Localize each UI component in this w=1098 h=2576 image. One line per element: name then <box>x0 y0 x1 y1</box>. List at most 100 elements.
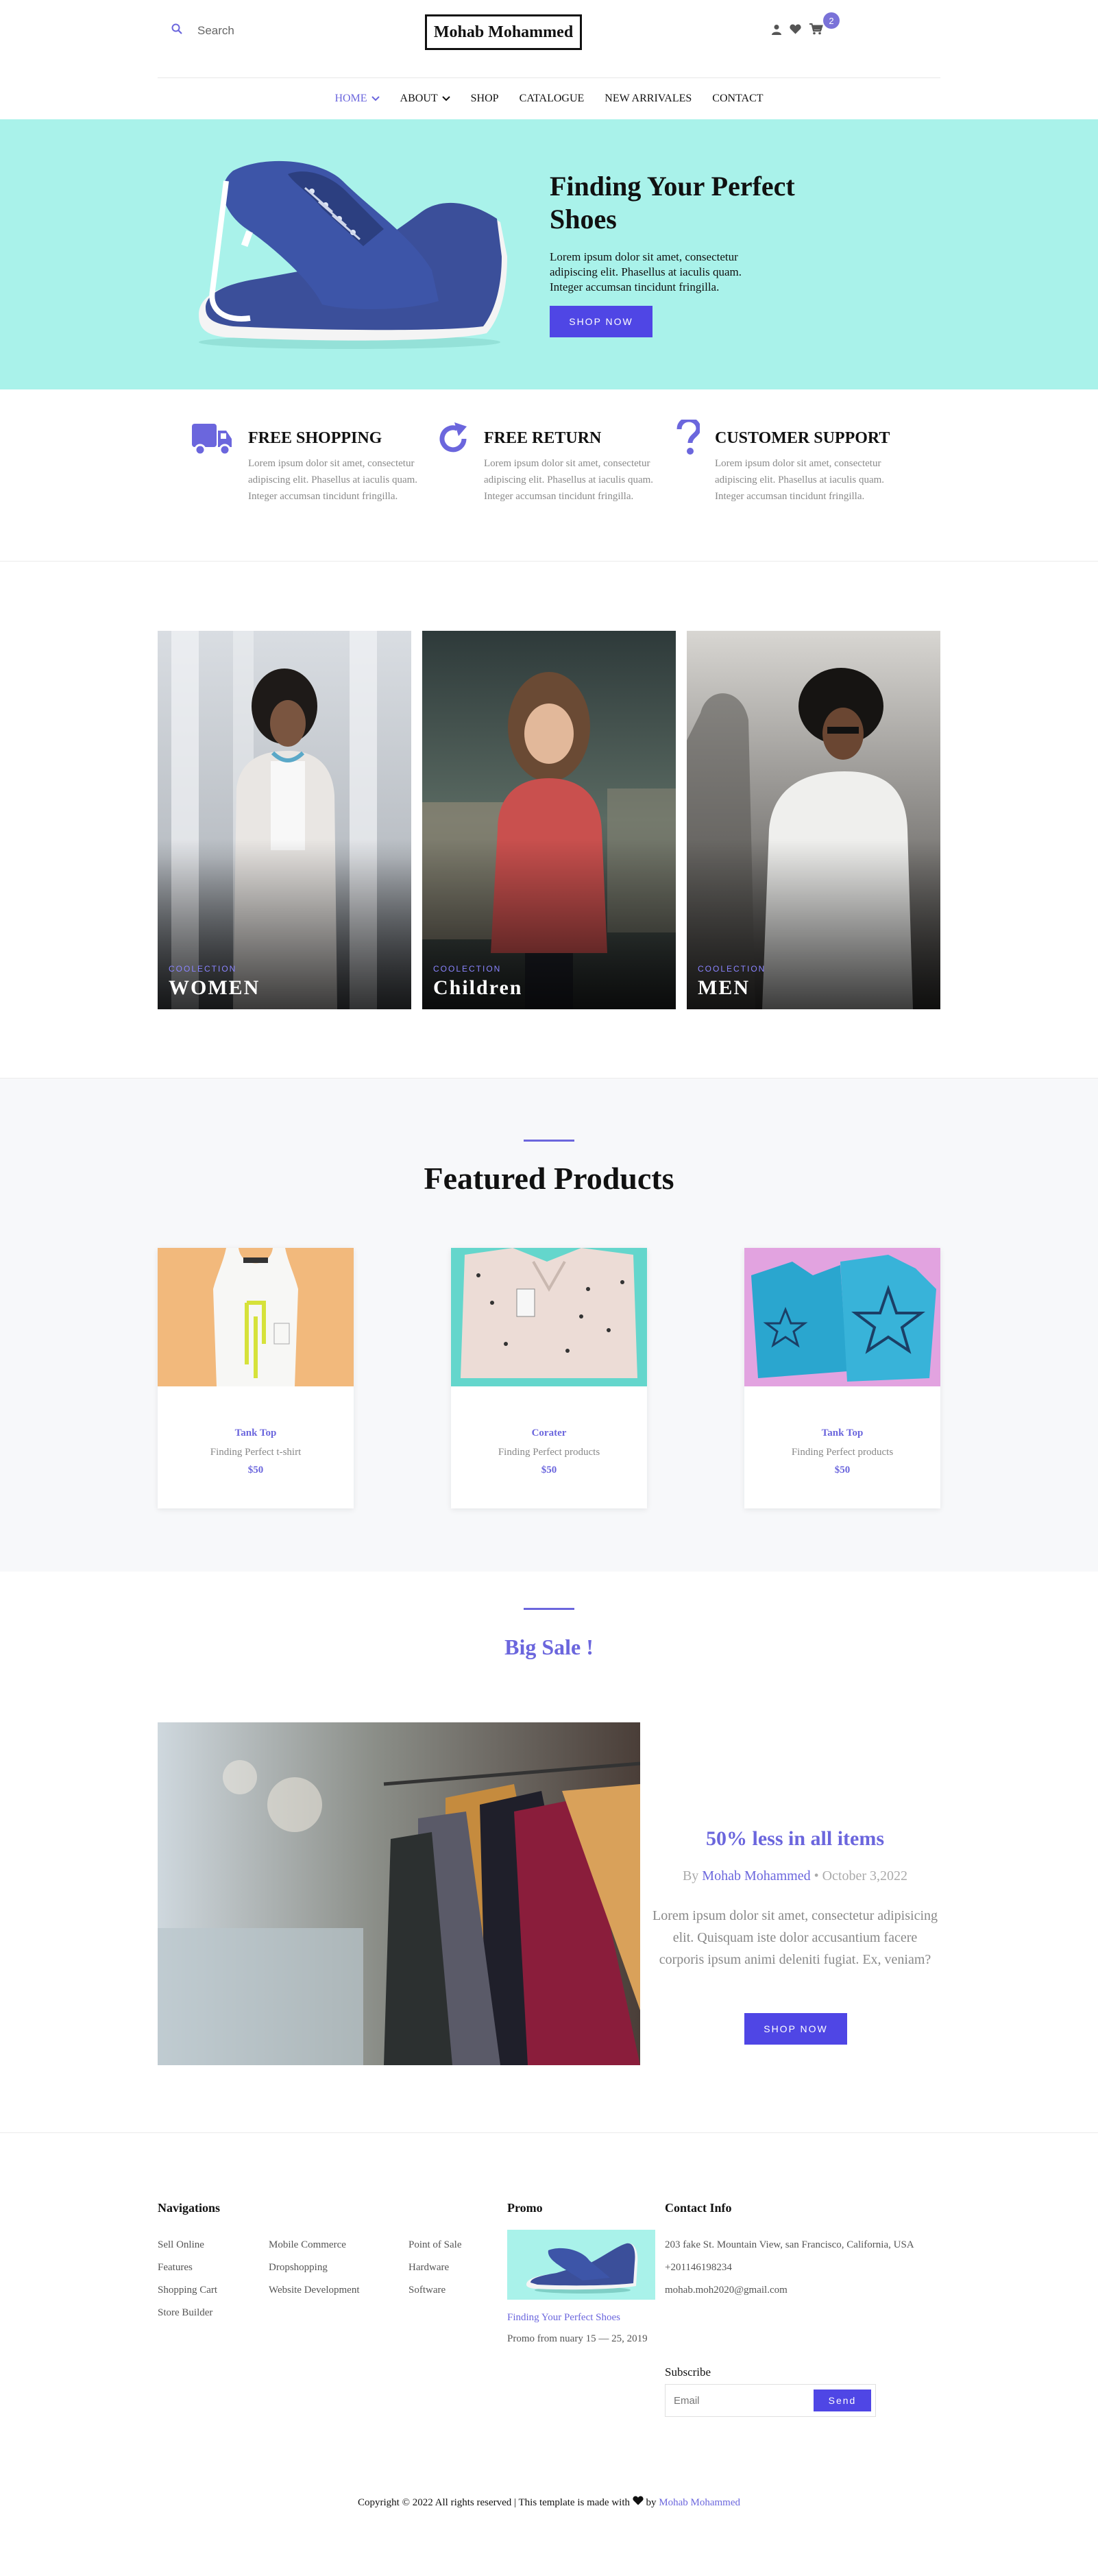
product-price: $50 <box>541 1465 557 1476</box>
feature-title: FREE RETURN <box>484 429 602 447</box>
search-input[interactable] <box>197 23 348 38</box>
nav-item-contact[interactable]: CONTACT <box>712 86 763 111</box>
collection-card-men[interactable]: COOLECTION MEN <box>687 631 940 1009</box>
search-icon[interactable] <box>171 23 182 38</box>
question-icon <box>676 417 701 459</box>
sale-date: • October 3,2022 <box>814 1868 908 1883</box>
nav-label: HOME <box>334 93 367 104</box>
cart-icon[interactable] <box>809 23 823 38</box>
footer-link[interactable]: Point of Sale <box>408 2239 462 2251</box>
nav-item-shop[interactable]: SHOP <box>471 86 499 111</box>
promo-link[interactable]: Finding Your Perfect Shoes <box>507 2312 620 2324</box>
section-accent-bar <box>524 1140 574 1142</box>
heart-icon <box>633 2496 644 2508</box>
footer-link[interactable]: Hardware <box>408 2262 449 2274</box>
collection-children-image <box>422 631 676 1009</box>
hero-text: Lorem ipsum dolor sit amet, consectetur … <box>550 250 742 293</box>
product-price: $50 <box>247 1465 264 1476</box>
footer-promo-title: Promo <box>507 2201 543 2215</box>
hero-title: Finding Your Perfect Shoes <box>550 171 795 234</box>
section-accent-bar <box>524 1608 574 1610</box>
feature-text: Lorem ipsum dolor sit amet, consectetur … <box>248 458 418 502</box>
footer-link[interactable]: Shopping Cart <box>158 2285 217 2296</box>
promo-text: Promo from nuary 15 — 25, 2019 <box>507 2333 648 2344</box>
nav-label: NEW ARRIVALES <box>605 93 692 104</box>
sale-by: By <box>682 1868 699 1883</box>
heart-icon[interactable] <box>790 24 801 38</box>
product-description: Finding Perfect products <box>791 1447 894 1458</box>
site-logo[interactable]: Mohab Mohammed <box>425 14 582 50</box>
hero-banner: Finding Your Perfect Shoes Lorem ipsum d… <box>0 119 1098 389</box>
feature-title: FREE SHOPPING <box>248 429 382 447</box>
product-name[interactable]: Tank Top <box>744 1428 940 1439</box>
footer-contact-title: Contact Info <box>665 2201 732 2215</box>
section-divider <box>0 1078 1098 1079</box>
feature-text: Lorem ipsum dolor sit amet, consectetur … <box>484 458 654 502</box>
product-name[interactable]: Tank Top <box>158 1428 354 1439</box>
promo-image[interactable] <box>507 2230 655 2300</box>
contact-phone[interactable]: +201146198234 <box>665 2262 732 2274</box>
subscribe-title: Subscribe <box>665 2366 711 2379</box>
product-description: Finding Perfect products <box>498 1447 600 1458</box>
main-nav: HOME ABOUT SHOP CATALOGUE NEW ARRIVALES … <box>0 86 1098 111</box>
contact-email[interactable]: mohab.moh2020@gmail.com <box>665 2285 788 2296</box>
collection-card-women[interactable]: COOLECTION WOMEN <box>158 631 411 1009</box>
footer-link[interactable]: Store Builder <box>158 2307 212 2319</box>
nav-item-new-arrivals[interactable]: NEW ARRIVALES <box>605 86 692 111</box>
collection-women-image <box>158 631 411 1009</box>
collection-card-children[interactable]: COOLECTION Children <box>422 631 676 1009</box>
product-name[interactable]: Corater <box>451 1428 647 1439</box>
footer-link[interactable]: Features <box>158 2262 193 2274</box>
search-bar[interactable] <box>171 23 348 38</box>
nav-item-about[interactable]: ABOUT <box>400 86 450 111</box>
nav-item-home[interactable]: HOME <box>334 86 380 111</box>
chevron-down-icon <box>371 93 380 105</box>
nav-label: CONTACT <box>712 93 764 104</box>
product-card[interactable]: Tank Top Finding Perfect t-shirt $50 <box>158 1248 354 1508</box>
chevron-down-icon <box>441 93 450 105</box>
footer-link[interactable]: Sell Online <box>158 2239 204 2251</box>
nav-label: CATALOGUE <box>519 93 585 104</box>
sale-shop-now-button[interactable]: SHOP NOW <box>744 2013 847 2045</box>
sale-image <box>158 1722 640 2065</box>
collection-name: MEN <box>698 976 750 999</box>
subscribe-form: Send <box>665 2384 876 2417</box>
sale-author-link[interactable]: Mohab Mohammed <box>702 1868 810 1883</box>
footer-link[interactable]: Dropshopping <box>269 2262 328 2274</box>
collection-label: COOLECTION <box>433 964 502 974</box>
subscribe-send-button[interactable]: Send <box>814 2390 871 2411</box>
sale-meta: By Mohab Mohammed • October 3,2022 <box>651 1868 939 1884</box>
collection-name: WOMEN <box>169 976 260 999</box>
product-image <box>451 1248 647 1386</box>
product-description: Finding Perfect t-shirt <box>210 1447 302 1458</box>
sale-headline: 50% less in all items <box>706 1827 884 1850</box>
copyright-text: Copyright © 2022 All rights reserved | T… <box>358 2497 630 2508</box>
contact-address: 203 fake St. Mountain View, san Francisc… <box>665 2239 914 2250</box>
collection-men-image <box>687 631 940 1009</box>
section-divider <box>0 2132 1098 2133</box>
site-header: Mohab Mohammed 2 <box>0 0 1098 78</box>
footer-link[interactable]: Website Development <box>269 2285 360 2296</box>
product-card[interactable]: Tank Top Finding Perfect products $50 <box>744 1248 940 1508</box>
footer-link[interactable]: Mobile Commerce <box>269 2239 346 2251</box>
nav-label: SHOP <box>470 93 499 104</box>
featured-title: Featured Products <box>424 1161 674 1196</box>
hero-shop-now-button[interactable]: SHOP NOW <box>550 306 652 337</box>
copyright-by: by <box>646 2497 657 2508</box>
hero-shoe-image <box>185 154 514 356</box>
nav-label: ABOUT <box>400 93 438 104</box>
product-price: $50 <box>834 1465 851 1476</box>
refresh-icon <box>437 422 469 459</box>
sale-title: Big Sale ! <box>504 1635 594 1659</box>
section-divider <box>0 561 1098 562</box>
user-icon[interactable] <box>772 24 781 38</box>
truck-icon <box>192 421 233 460</box>
subscribe-email-input[interactable] <box>674 2394 814 2407</box>
cart-count-badge: 2 <box>823 12 840 29</box>
footer-link[interactable]: Software <box>408 2285 446 2296</box>
footer-nav-title: Navigations <box>158 2201 221 2215</box>
nav-item-catalogue[interactable]: CATALOGUE <box>520 86 585 111</box>
copyright-author-link[interactable]: Mohab Mohammed <box>659 2497 740 2508</box>
product-card[interactable]: Corater Finding Perfect products $50 <box>451 1248 647 1508</box>
product-image <box>744 1248 940 1386</box>
